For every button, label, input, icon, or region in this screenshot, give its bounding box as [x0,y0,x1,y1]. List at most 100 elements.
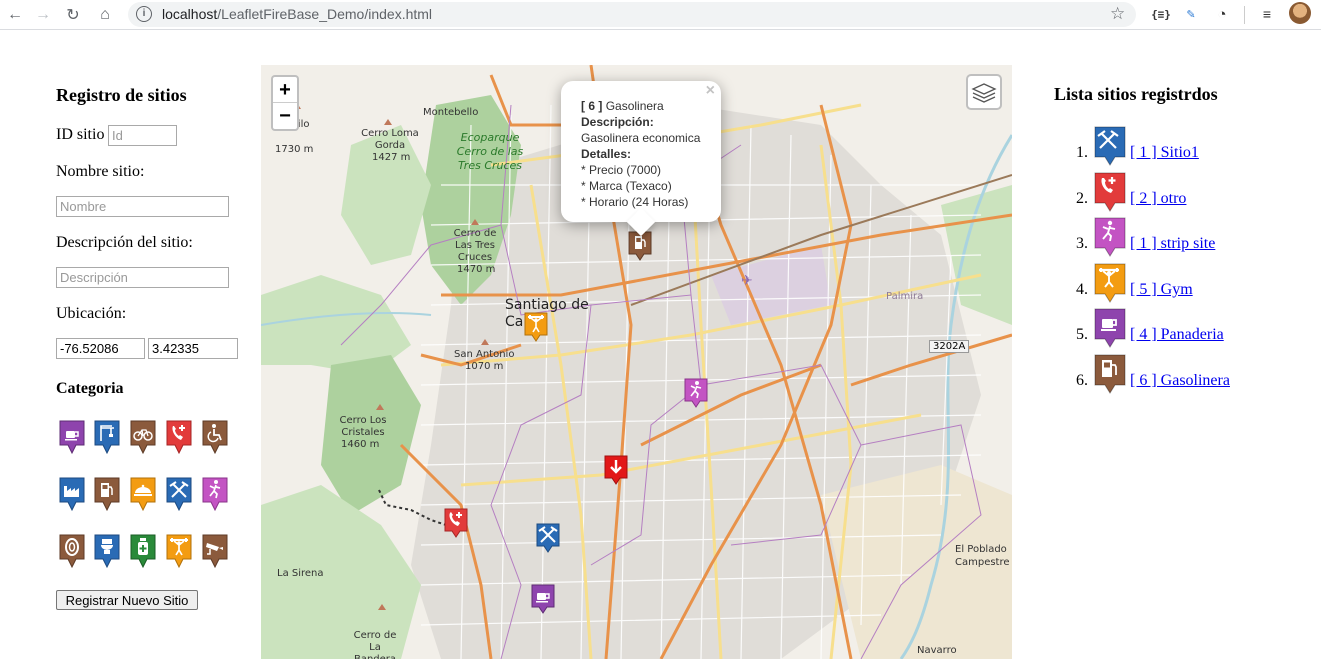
layers-control-button[interactable] [966,74,1002,110]
sites-panel: Lista sitios registrdos 1. [ 1 ] Sitio1 2.… [1054,84,1314,394]
popup-id: [ 6 ] [581,99,603,113]
popup-detail-3: * Horario (24 Horas) [581,195,689,209]
label-tres-cruces: Cerro de Las Tres Cruces [453,228,497,263]
layers-icon [971,83,997,103]
location-label: Ubicación: [56,305,127,322]
name-input[interactable] [56,196,229,217]
site-list-link[interactable]: [ 4 ] Panaderia [1130,326,1224,344]
label-el-filo-alt: 1730 m [275,144,314,155]
browser-toolbar: ← → ↻ ⌂ i localhost/LeafletFireBase_Demo… [0,0,1321,30]
pharmacy-icon[interactable] [130,534,156,568]
popup-desc-label: Descripción: [581,115,654,129]
register-site-button[interactable]: Registrar Nuevo Sitio [56,590,198,610]
label-san-antonio-alt: 1070 m [465,361,504,372]
label-cerro-los-cristales: Cerro Los Cristales [339,415,387,438]
label-cerro-loma-alt: 1427 m [372,152,411,163]
coffee-icon [1094,308,1126,349]
factory-icon[interactable] [59,477,85,511]
label-el-poblado-campestre: El Poblado Campestre [955,544,1010,568]
coffee-marker[interactable] [531,584,555,614]
category-title: Categoria [56,380,124,397]
emergency-phone-icon[interactable] [166,420,192,454]
site-list-item: 2. [ 2 ] otro [1054,172,1314,212]
media-queue-icon[interactable]: ≡ [1258,5,1276,23]
site-list-item: 3. [ 1 ] strip site [1054,217,1314,258]
url-path: /LeafletFireBase_Demo/index.html [217,6,433,22]
latitude-input[interactable] [148,338,238,359]
bicycle-icon[interactable] [130,420,156,454]
popup-detail-2: * Marca (Texaco) [581,179,672,193]
mining-icon [1094,126,1126,166]
popup-name: Gasolinera [605,99,664,113]
label-cerro-loma-gorda: Cerro Loma Gorda [361,128,419,151]
gym-marker[interactable] [524,312,548,342]
red-marker[interactable] [604,455,628,485]
label-montebello: Montebello [423,107,479,118]
profile-avatar[interactable] [1289,2,1311,24]
toilet-icon[interactable] [94,534,120,568]
json-viewer-extension-icon[interactable]: {≡} [1151,5,1171,23]
id-label: ID sitio [56,126,105,143]
gym-icon [1094,263,1126,303]
popup-details-label: Detalles: [581,147,632,161]
label-tres-cruces-alt: 1470 m [457,264,496,275]
reload-icon[interactable]: ↻ [62,4,84,26]
name-label: Nombre sitio: [56,163,145,180]
site-list-item: 1. [ 1 ] Sitio1 [1054,126,1314,166]
site-list-number: 6. [1076,372,1088,389]
emergency-phone-marker[interactable] [444,508,468,538]
site-list-number: 3. [1076,235,1088,253]
site-list-link[interactable]: [ 6 ] Gasolinera [1130,372,1230,390]
emergency-phone-icon [1094,172,1126,212]
label-san-antonio: San Antonio [454,349,515,360]
route-shield: 3202A [929,340,970,353]
sites-title: Lista sitios registrdos [1054,84,1218,104]
site-list-item: 6. [ 6 ] Gasolinera [1054,354,1314,394]
popup-detail-1: * Precio (7000) [581,163,662,177]
site-list-item: 5. [ 4 ] Panaderia [1054,308,1314,349]
tire-icon[interactable] [59,534,85,568]
camera-icon[interactable] [202,534,228,568]
svg-text:✈: ✈ [741,273,753,289]
description-input[interactable] [56,267,229,288]
construction-icon[interactable] [94,420,120,454]
label-cristales-alt: 1460 m [341,439,380,450]
dance-marker[interactable] [684,378,708,408]
site-list-link[interactable]: [ 5 ] Gym [1130,281,1193,299]
coffee-icon[interactable] [59,420,85,454]
bookmark-star-icon[interactable]: ☆ [1110,4,1125,24]
map[interactable]: ✈ Montebello Cerro Loma Gorda 1427 m Eco… [261,65,1012,659]
url-host: localhost [162,6,218,22]
zoom-out-button[interactable]: − [273,103,297,129]
zoom-control: + − [271,75,299,131]
site-list-link[interactable]: [ 1 ] Sitio1 [1130,144,1199,162]
popup-close-icon[interactable]: × [706,83,715,99]
label-cerro-la-bandera: Cerro de La Bandera [353,630,397,659]
forward-arrow-icon[interactable]: → [32,4,54,26]
back-arrow-icon[interactable]: ← [4,4,26,26]
dance-icon[interactable] [202,477,228,511]
gym-icon[interactable] [166,534,192,568]
longitude-input[interactable] [56,338,145,359]
site-list-item: 4. [ 5 ] Gym [1054,263,1314,303]
label-palmira: Palmira [886,291,924,302]
mining-icon[interactable] [166,477,192,511]
description-label: Descripción del sitio: [56,234,193,251]
site-list-link[interactable]: [ 1 ] strip site [1130,235,1215,253]
gas-station-icon[interactable] [94,477,120,511]
privacy-extension-icon[interactable]: ◔ [1213,5,1231,23]
address-bar[interactable]: i localhost/LeafletFireBase_Demo/index.h… [128,2,1136,27]
site-list-number: 4. [1076,280,1088,298]
accessibility-icon[interactable] [202,420,228,454]
label-navarro: Navarro [917,645,957,656]
toolbar-divider [1244,6,1245,24]
feather-extension-icon[interactable]: ✎ [1182,5,1200,23]
site-info-icon[interactable]: i [136,6,152,22]
restaurant-icon[interactable] [130,477,156,511]
home-icon[interactable]: ⌂ [94,4,116,26]
mining-marker[interactable] [536,523,560,553]
form-title: Registro de sitios [56,85,187,105]
site-list-link[interactable]: [ 2 ] otro [1130,190,1186,208]
id-input[interactable] [108,125,177,146]
zoom-in-button[interactable]: + [273,77,297,103]
